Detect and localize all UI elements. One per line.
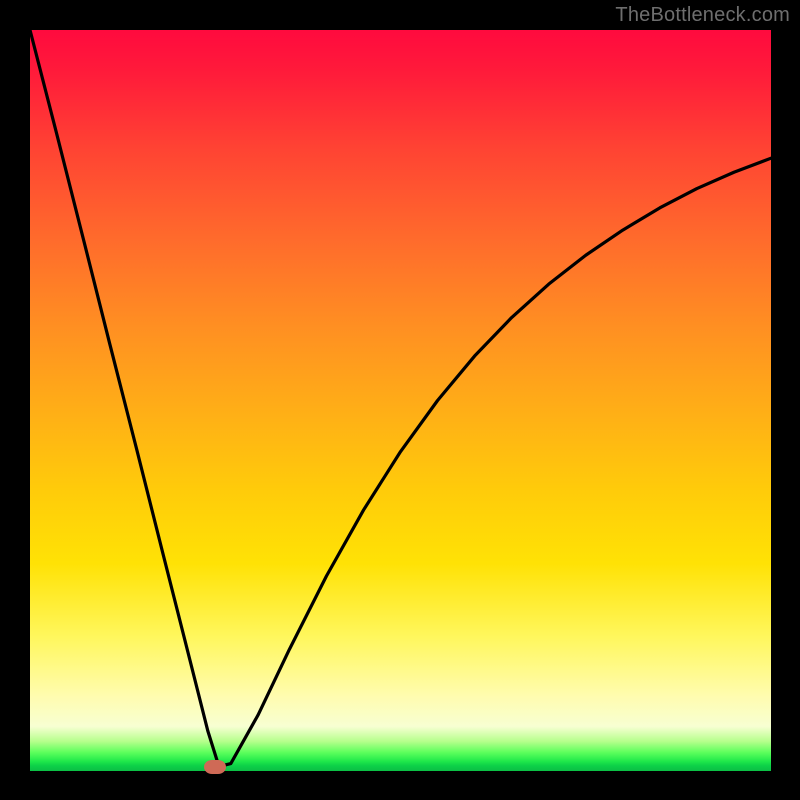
watermark-text: TheBottleneck.com [615,4,790,27]
bottleneck-curve [30,30,771,771]
chart-frame: TheBottleneck.com [0,0,800,800]
plot-area [30,30,771,771]
minimum-marker [204,760,226,774]
